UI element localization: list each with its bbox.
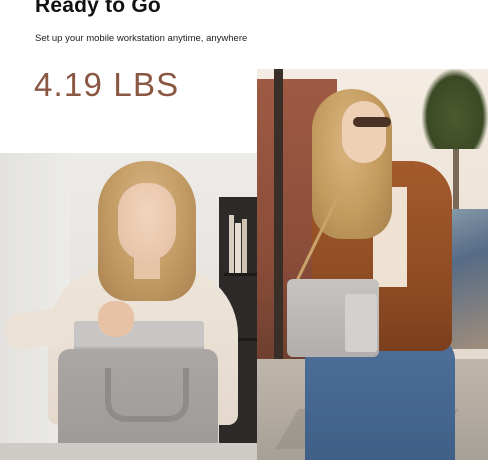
photo-utility-pole bbox=[274, 69, 283, 359]
photo-book bbox=[242, 219, 247, 273]
photo-hand bbox=[98, 301, 134, 337]
photo-laptop bbox=[74, 321, 204, 351]
headline: Ready to Go bbox=[35, 0, 161, 17]
photo-palm-leaves bbox=[422, 69, 488, 149]
photo-woman-packing-laptop-bag bbox=[0, 153, 257, 460]
photo-jeans bbox=[305, 339, 455, 460]
photo-woman-walking-with-case bbox=[257, 69, 488, 460]
photo-face bbox=[118, 183, 176, 261]
photo-book bbox=[235, 223, 241, 273]
photo-book bbox=[229, 215, 234, 273]
photo-bag-handle bbox=[105, 368, 189, 422]
photo-case-panel bbox=[345, 294, 377, 352]
photo-sunglasses bbox=[353, 117, 391, 127]
subtitle: Set up your mobile workstation anytime, … bbox=[35, 33, 248, 44]
weight-value: 4.19 LBS bbox=[34, 66, 180, 103]
photo-shelf-board bbox=[224, 273, 257, 276]
photo-table bbox=[0, 443, 257, 460]
photo-face bbox=[342, 101, 386, 163]
